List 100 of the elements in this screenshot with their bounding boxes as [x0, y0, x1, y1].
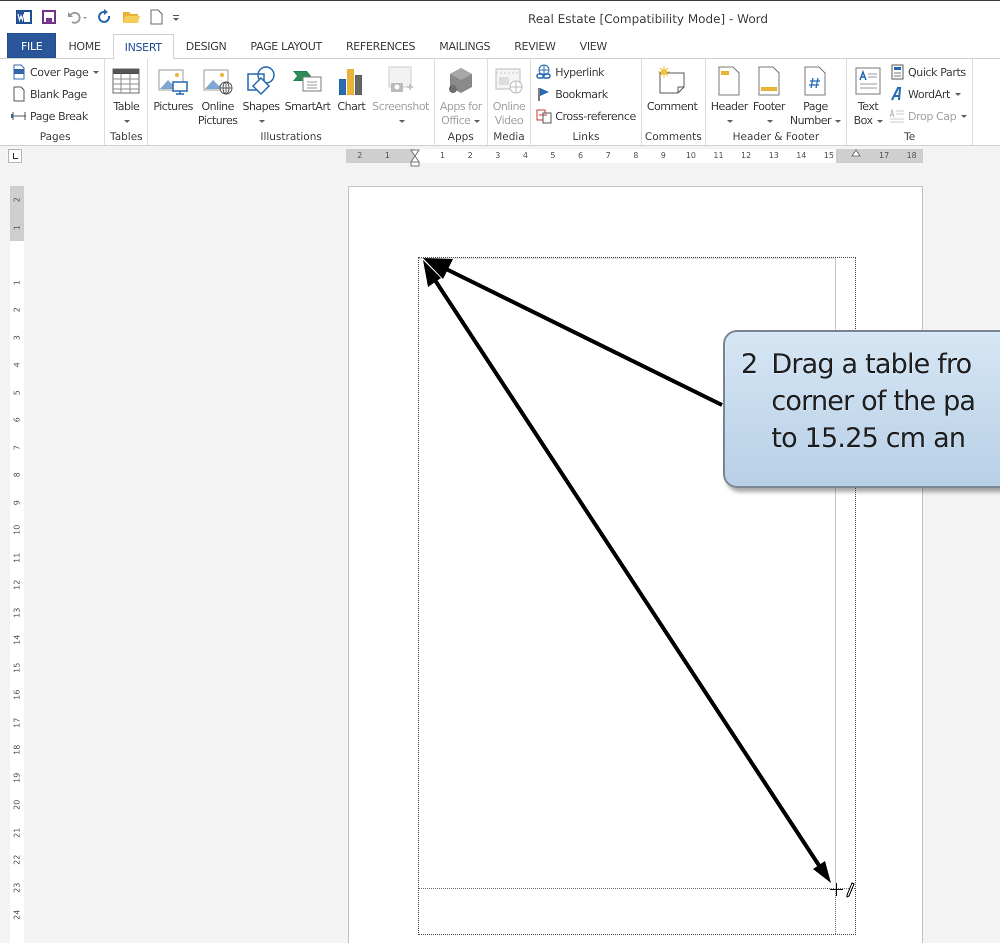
word-logo-icon[interactable]: [16, 9, 32, 25]
ribbon-tab[interactable]: HOME: [56, 33, 113, 58]
ribbon-button[interactable]: Page Number: [788, 62, 844, 131]
crosshair-cursor-icon: [830, 883, 843, 896]
group-label: Media: [492, 131, 526, 145]
ruler-number: 3: [12, 334, 22, 342]
ruler-number: 17: [878, 150, 890, 162]
ribbon-button[interactable]: Hyperlink: [534, 62, 638, 82]
ribbon-button[interactable]: Table: [108, 62, 144, 131]
ribbon-button[interactable]: Quick Parts: [887, 62, 970, 82]
ruler-number: 1: [384, 150, 391, 162]
ruler-number: 5: [12, 388, 22, 397]
ribbon-tab[interactable]: INSERT: [112, 34, 174, 59]
ribbon-tab[interactable]: PAGE LAYOUT: [238, 33, 334, 58]
ribbon-button[interactable]: SmartArt: [282, 62, 332, 131]
ruler-number: 22: [12, 854, 22, 867]
file-tab[interactable]: FILE: [7, 33, 56, 58]
group-label: Tables: [109, 131, 144, 145]
undo-icon[interactable]: [66, 9, 88, 25]
ruler-number: 15: [12, 661, 22, 674]
ruler-number: 18: [906, 150, 918, 162]
ribbon-tab[interactable]: VIEW: [568, 33, 620, 58]
ruler-number: 2: [356, 150, 364, 162]
ruler-number: 10: [684, 150, 698, 162]
ruler-number: 12: [740, 150, 752, 162]
ruler-number: 8: [12, 471, 22, 480]
ruler-number: 1: [12, 278, 22, 287]
ruler-number: 17: [12, 716, 22, 730]
indent-marker-icon[interactable]: [410, 149, 420, 167]
ribbon-tab[interactable]: DESIGN: [174, 33, 238, 58]
ruler-number: 6: [12, 416, 22, 424]
ruler-number: 14: [795, 150, 808, 162]
callout-text: corner of the pa: [771, 385, 976, 419]
ruler-number: 24: [12, 908, 22, 922]
ruler-number: 7: [12, 444, 22, 452]
cover-page-icon: [11, 64, 27, 80]
ruler-number: 23: [12, 881, 22, 894]
drop-cap-icon: [889, 108, 906, 124]
ruler-number: 11: [712, 150, 725, 162]
ribbon-button[interactable]: Blank Page: [9, 84, 102, 104]
ruler-number: 8: [632, 150, 640, 162]
group-label: Comments: [644, 131, 702, 145]
ruler-number: 19: [12, 771, 22, 784]
ribbon-button[interactable]: Pictures: [151, 62, 195, 131]
ribbon-tab[interactable]: REVIEW: [502, 33, 568, 58]
ruler-number: 11: [12, 551, 22, 564]
ruler-number: 7: [604, 150, 612, 162]
shapes-icon: [245, 65, 278, 97]
ruler-number: 15: [822, 150, 835, 162]
ruler-number: 2: [12, 306, 22, 314]
link-icon: [536, 64, 552, 80]
ribbon-tab[interactable]: REFERENCES: [334, 33, 428, 58]
ruler-number: 6: [577, 150, 584, 162]
window-title: Real Estate [Compatibility Mode] - Word: [528, 12, 768, 26]
ruler-number: 2: [466, 150, 474, 162]
ruler-number: 5: [549, 150, 556, 162]
group-label: Header & Footer: [732, 131, 820, 145]
group-label: Links: [572, 131, 601, 145]
ribbon-tab[interactable]: MAILINGS: [427, 33, 502, 58]
ribbon-button[interactable]: Online Pictures: [196, 62, 240, 131]
group-label: Apps: [446, 131, 475, 145]
ribbon-button[interactable]: Cross-reference: [534, 106, 638, 126]
ruler-number: 2: [12, 196, 22, 204]
ruler-number: 4: [522, 150, 529, 162]
ribbon-button[interactable]: Shapes: [240, 62, 282, 131]
ruler-number: 13: [768, 150, 780, 162]
callout-text: to 15.25 cm an: [771, 422, 966, 456]
right-indent-marker-icon[interactable]: [851, 149, 862, 157]
group-label: Te: [903, 131, 916, 145]
group-label: Illustrations: [259, 131, 323, 145]
ruler-number: 10: [12, 524, 22, 537]
ruler-number: 12: [12, 578, 22, 592]
ribbon-button[interactable]: Comment: [644, 62, 700, 131]
ruler-number: 18: [12, 744, 22, 757]
ruler-number: 9: [12, 498, 22, 507]
pencil-cursor-icon: [845, 882, 855, 898]
ribbon-button[interactable]: Cover Page: [9, 62, 102, 82]
ruler-number: 9: [660, 150, 667, 162]
step-number: 2: [741, 348, 758, 382]
redo-icon[interactable]: [97, 9, 113, 25]
ribbon-button[interactable]: WordArt: [887, 84, 970, 104]
ruler-number: 3: [494, 150, 502, 162]
ribbon-button[interactable]: Header: [708, 62, 750, 131]
ribbon-button[interactable]: Bookmark: [534, 84, 638, 104]
ruler-number: 21: [12, 826, 22, 840]
ribbon-button[interactable]: Footer: [750, 62, 787, 131]
ruler-number: 1: [439, 150, 446, 162]
blank-page-icon: [11, 86, 27, 102]
new-document-icon[interactable]: [149, 9, 163, 25]
group-label: Pages: [38, 131, 72, 145]
save-icon[interactable]: [41, 9, 57, 25]
ruler-number: 13: [12, 606, 22, 620]
tab-selector-button[interactable]: [8, 149, 22, 163]
ribbon-button[interactable]: Chart: [333, 62, 370, 131]
ruler-number: 4: [12, 361, 22, 370]
quick-parts-icon: [889, 64, 906, 80]
ribbon-button[interactable]: Text Box: [850, 62, 886, 131]
ruler-number: 16: [12, 688, 22, 702]
ruler-number: 14: [12, 634, 22, 647]
ribbon-button[interactable]: Page Break: [9, 106, 102, 126]
